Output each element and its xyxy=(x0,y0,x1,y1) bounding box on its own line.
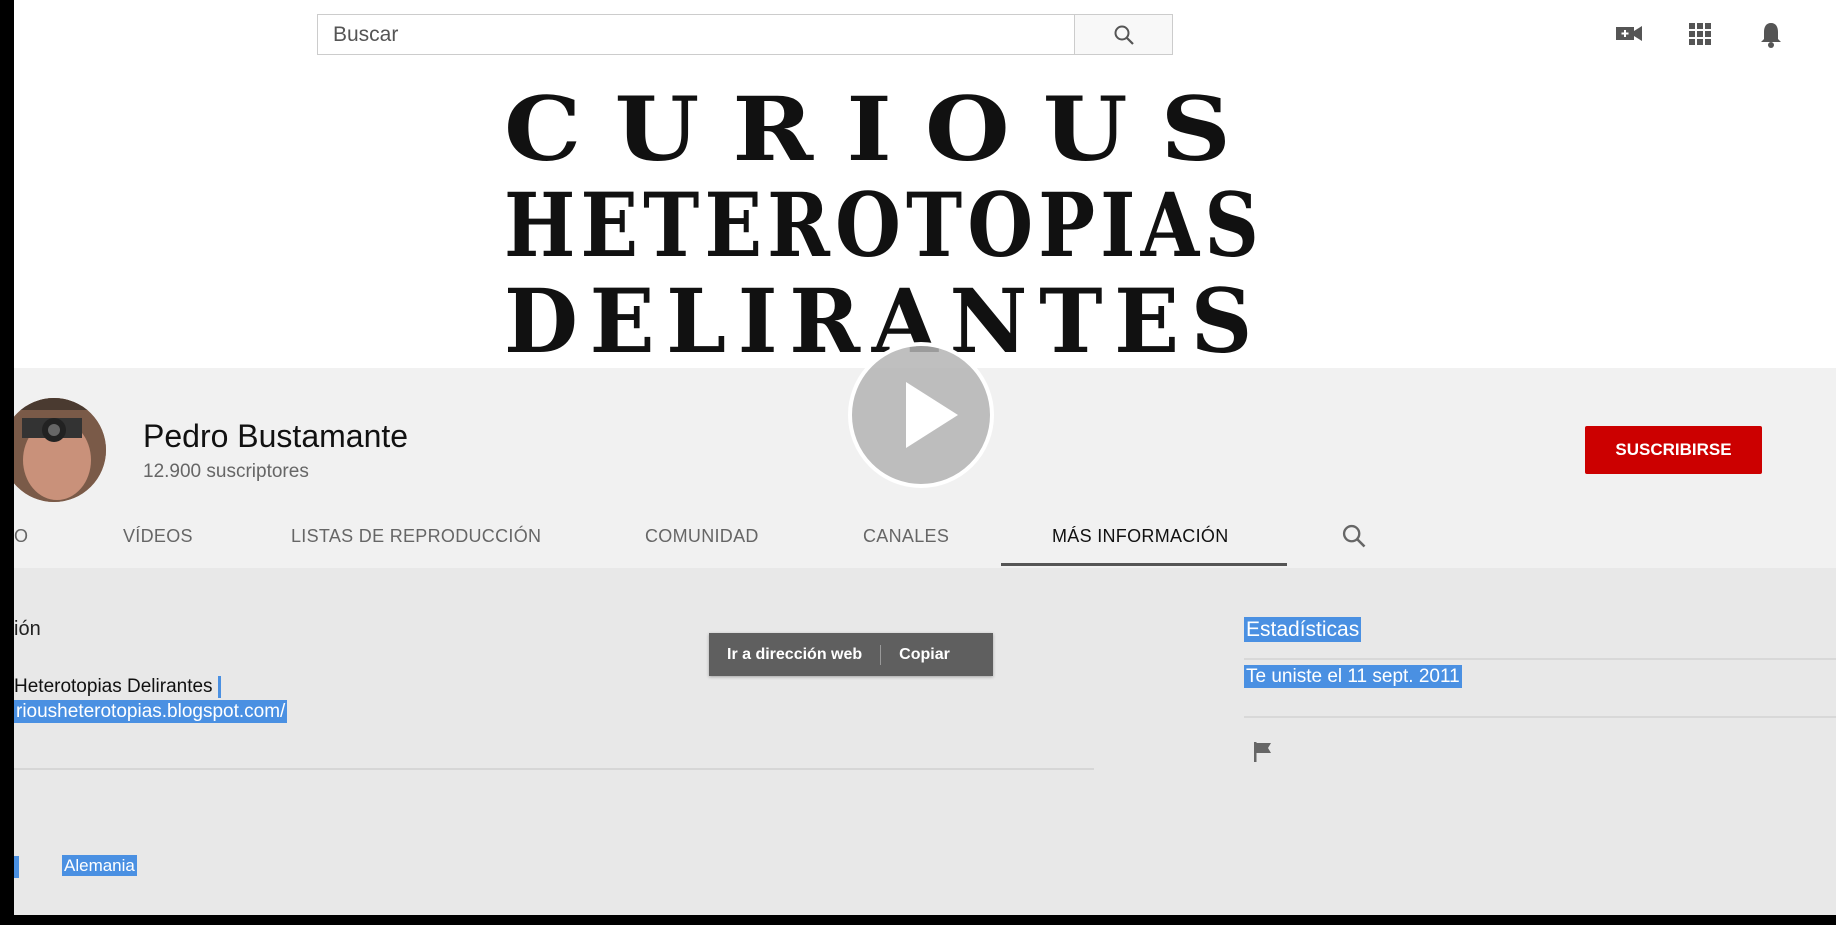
avatar[interactable] xyxy=(14,398,106,502)
channel-name: Pedro Bustamante xyxy=(143,418,409,454)
channel-tabs: O VÍDEOS LISTAS DE REPRODUCCIÓN COMUNIDA… xyxy=(14,500,1836,568)
go-to-url-button[interactable]: Ir a dirección web xyxy=(709,646,880,664)
stats-heading-text: Estadísticas xyxy=(1244,617,1362,642)
search-button[interactable] xyxy=(1074,15,1172,54)
subscribe-button[interactable]: SUSCRIBIRSE xyxy=(1585,426,1762,474)
active-tab-indicator xyxy=(1001,563,1287,566)
report-button[interactable] xyxy=(1251,740,1275,769)
description-link-line: riousheterotopias.blogspot.com/ xyxy=(14,700,288,723)
link-context-menu: Ir a dirección web Copiar xyxy=(709,633,993,676)
subscriber-count: 12.900 suscriptores xyxy=(143,461,309,482)
description-heading: ión xyxy=(14,618,41,640)
search-icon xyxy=(1114,25,1134,45)
selection-edge xyxy=(14,856,19,878)
joined-date-text: Te uniste el 11 sept. 2011 xyxy=(1244,665,1462,688)
search-icon xyxy=(1342,524,1366,548)
blog-link[interactable]: riousheterotopias.blogspot.com/ xyxy=(14,700,288,723)
channel-banner: CURIOUS HETEROTOPIAS DELIRANTES xyxy=(504,72,1274,373)
banner-line-1: CURIOUS xyxy=(504,77,1264,181)
apps-button[interactable] xyxy=(1687,21,1713,47)
tab-videos[interactable]: VÍDEOS xyxy=(123,526,193,547)
description-line: Heterotopias Delirantes xyxy=(14,676,221,698)
tab-community[interactable]: COMUNIDAD xyxy=(645,526,759,547)
country: Alemania xyxy=(62,855,137,876)
tab-search[interactable] xyxy=(1340,522,1368,555)
play-icon xyxy=(848,342,994,488)
banner-artwork: CURIOUS HETEROTOPIAS DELIRANTES xyxy=(504,77,1264,373)
video-play-button[interactable] xyxy=(846,340,996,490)
flag-icon xyxy=(1254,742,1271,762)
video-camera-add-icon xyxy=(1616,26,1642,41)
location: Alemania xyxy=(62,855,137,876)
about-content: ión Heterotopias Delirantes riousheterot… xyxy=(14,568,1836,925)
stats-heading: Estadísticas xyxy=(1244,617,1362,642)
selection-caret xyxy=(217,676,221,698)
banner-line-2: HETEROTOPIAS xyxy=(504,173,1264,277)
notifications-button[interactable] xyxy=(1758,21,1784,49)
tab-channels[interactable]: CANALES xyxy=(863,526,949,547)
tab-playlists[interactable]: LISTAS DE REPRODUCCIÓN xyxy=(291,526,541,547)
search-input[interactable] xyxy=(318,15,1074,54)
browser-viewport: CURIOUS HETEROTOPIAS DELIRANTES Pedro Bu… xyxy=(14,0,1836,925)
notifications-bell-icon xyxy=(1761,23,1781,48)
create-video-button[interactable] xyxy=(1614,21,1644,45)
tab-about[interactable]: MÁS INFORMACIÓN xyxy=(1052,526,1229,547)
section-divider xyxy=(14,768,1094,770)
stats-divider xyxy=(1244,716,1836,718)
frame-bottom-bar xyxy=(0,915,1836,925)
tab-inicio[interactable]: O xyxy=(14,526,28,547)
joined-date: Te uniste el 11 sept. 2011 xyxy=(1244,665,1462,688)
description-text: Heterotopias Delirantes xyxy=(14,676,213,698)
copy-button[interactable]: Copiar xyxy=(881,646,968,664)
search-bar xyxy=(317,14,1173,55)
avatar-photo xyxy=(14,398,106,502)
apps-grid-icon xyxy=(1689,23,1711,45)
stats-divider xyxy=(1244,658,1836,660)
